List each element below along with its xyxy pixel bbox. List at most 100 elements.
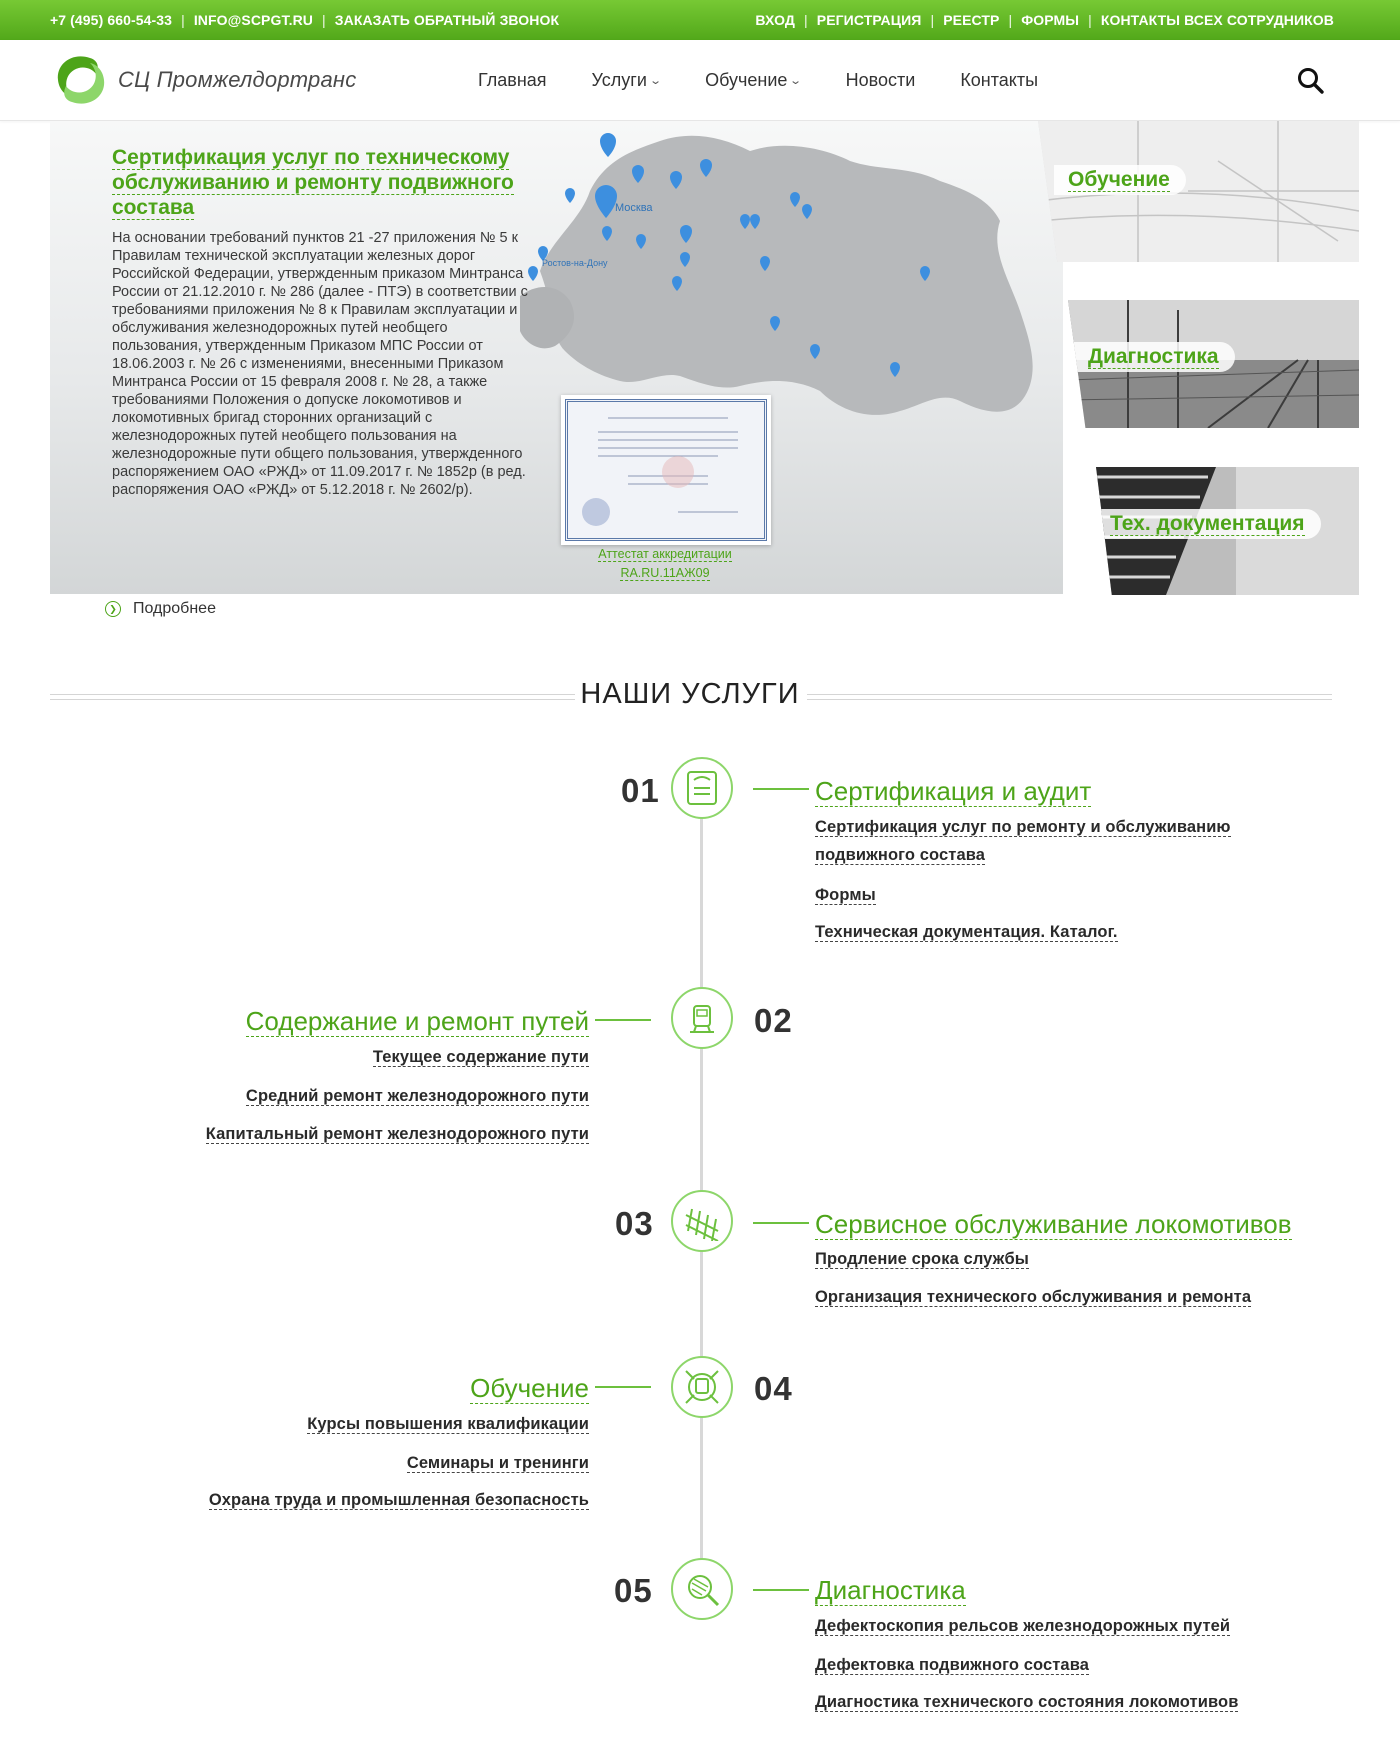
service-link-text: Техническая документация. Каталог. xyxy=(815,923,1118,942)
service-title-text: Содержание и ремонт путей xyxy=(245,1006,589,1037)
service-title-text: Обучение xyxy=(470,1373,589,1404)
site-header: СЦ Промжелдортранс Главная Услуги ⌄ Обуч… xyxy=(0,40,1400,121)
accreditation-certificate[interactable] xyxy=(561,395,771,545)
service-title-training[interactable]: Обучение xyxy=(470,1373,589,1404)
tile-diagnostics-label: Диагностика xyxy=(1074,342,1235,372)
service-link[interactable]: Сертификация услуг по ремонту и обслужив… xyxy=(815,818,1231,837)
connector-line xyxy=(595,1019,651,1021)
service-link-text: Охрана труда и промышленная безопасность xyxy=(208,1491,589,1510)
all-contacts-link[interactable]: КОНТАКТЫ ВСЕХ СОТРУДНИКОВ xyxy=(1101,12,1334,28)
hero-text: На основании требований пунктов 21 -27 п… xyxy=(112,230,528,498)
tile-diagnostics-text: Диагностика xyxy=(1088,345,1219,369)
service-link[interactable]: Организация технического обслуживания и … xyxy=(815,1288,1252,1307)
service-link-text: Капитальный ремонт железнодорожного пути xyxy=(205,1125,589,1144)
section-divider-left xyxy=(50,694,575,700)
service-link-text: Курсы повышения квалификации xyxy=(307,1415,589,1434)
main-nav: Главная Услуги ⌄ Обучение ⌄ Новости Конт… xyxy=(478,40,1083,120)
connector-line xyxy=(753,788,809,790)
hero-title-text: Сертификация услуг по техническому обслу… xyxy=(112,146,514,220)
service-link[interactable]: Текущее содержание пути xyxy=(372,1048,589,1067)
tile-diagnostics[interactable]: Диагностика xyxy=(1068,300,1359,428)
service-link[interactable]: Охрана труда и промышленная безопасность xyxy=(208,1491,589,1510)
service-link-text: Продление срока службы xyxy=(815,1250,1029,1269)
tile-techdoc-text: Тех. документация xyxy=(1110,512,1305,536)
service-number: 03 xyxy=(615,1205,654,1242)
service-link[interactable]: Семинары и тренинги xyxy=(406,1454,589,1473)
service-link-text: Семинары и тренинги xyxy=(406,1454,589,1473)
service-title-text: Сертификация и аудит xyxy=(815,776,1092,807)
service-link[interactable]: подвижного состава xyxy=(815,846,986,865)
search-button[interactable] xyxy=(1296,66,1326,96)
separator: | xyxy=(322,12,326,28)
service-title-text: Сервисное обслуживание локомотивов xyxy=(815,1209,1292,1240)
service-link[interactable]: Средний ремонт железнодорожного пути xyxy=(245,1087,589,1106)
top-bar-right: ВХОД | РЕГИСТРАЦИЯ | РЕЕСТР | ФОРМЫ | КО… xyxy=(755,0,1334,40)
service-link-text: Текущее содержание пути xyxy=(372,1048,589,1067)
chevron-down-icon: ⌄ xyxy=(789,74,803,87)
certificate-caption-line1: Аттестат аккредитации xyxy=(598,547,732,562)
separator: | xyxy=(1008,12,1013,28)
locomotive-icon xyxy=(671,987,733,1049)
service-link-text: Диагностика технического состояния локом… xyxy=(815,1693,1239,1712)
service-title-certification[interactable]: Сертификация и аудит xyxy=(815,776,1092,807)
separator: | xyxy=(181,12,185,28)
top-bar: +7 (495) 660-54-33 | INFO@SCPGT.RU | ЗАК… xyxy=(0,0,1400,40)
login-link[interactable]: ВХОД xyxy=(755,12,795,28)
tile-techdoc-label: Тех. документация xyxy=(1096,509,1321,539)
nav-contacts[interactable]: Контакты xyxy=(960,70,1038,91)
tile-training[interactable]: Обучение xyxy=(1038,121,1359,262)
logo[interactable]: СЦ Промжелдортранс xyxy=(50,50,400,110)
phone-link[interactable]: +7 (495) 660-54-33 xyxy=(50,12,172,28)
service-link-text: Дефектовка подвижного состава xyxy=(815,1656,1090,1675)
service-link-text: Формы xyxy=(815,886,876,905)
tile-techdoc[interactable]: Тех. документация xyxy=(1096,467,1359,595)
service-link[interactable]: Формы xyxy=(815,886,876,905)
forms-link[interactable]: ФОРМЫ xyxy=(1021,12,1079,28)
email-link[interactable]: INFO@SCPGT.RU xyxy=(194,12,313,28)
nav-news[interactable]: Новости xyxy=(846,70,916,91)
certificate-image xyxy=(565,399,767,541)
connector-line xyxy=(595,1386,651,1388)
certificate-icon xyxy=(671,757,733,819)
hero-banner: Москва Ростов-на-Дону Сертификация услуг… xyxy=(50,121,1063,594)
register-link[interactable]: РЕГИСТРАЦИЯ xyxy=(817,12,922,28)
service-title-diagnostics[interactable]: Диагностика xyxy=(815,1575,966,1606)
service-link[interactable]: Дефектовка подвижного состава xyxy=(815,1656,1090,1675)
separator: | xyxy=(804,12,808,28)
registry-link[interactable]: РЕЕСТР xyxy=(943,12,999,28)
service-link[interactable]: Курсы повышения квалификации xyxy=(307,1415,589,1434)
service-number: 02 xyxy=(754,1002,793,1039)
service-number: 05 xyxy=(614,1572,653,1609)
map-label-rostov: Ростов-на-Дону xyxy=(542,258,608,268)
hero-title[interactable]: Сертификация услуг по техническому обслу… xyxy=(112,145,552,220)
section-divider-right xyxy=(807,694,1332,700)
nav-services-label: Услуги xyxy=(591,69,647,90)
callback-link[interactable]: ЗАКАЗАТЬ ОБРАТНЫЙ ЗВОНОК xyxy=(335,12,559,28)
service-link[interactable]: Дефектоскопия рельсов железнодорожных пу… xyxy=(815,1617,1231,1636)
railway-track-icon xyxy=(671,1190,733,1252)
chevron-right-icon: ❯ xyxy=(105,601,121,617)
service-link[interactable]: Продление срока службы xyxy=(815,1250,1029,1269)
connector-line xyxy=(753,1589,809,1591)
service-link-text: Сертификация услуг по ремонту и обслужив… xyxy=(815,818,1231,837)
tile-training-label: Обучение xyxy=(1054,165,1186,195)
service-link[interactable]: Диагностика технического состояния локом… xyxy=(815,1693,1239,1712)
services-title: НАШИ УСЛУГИ xyxy=(580,678,800,710)
service-title-track-maintenance[interactable]: Содержание и ремонт путей xyxy=(245,1006,589,1037)
more-link[interactable]: ❯ Подробнее xyxy=(105,600,216,618)
certificate-caption[interactable]: Аттестат аккредитации RA.RU.11АЖ09 xyxy=(590,545,740,583)
service-link[interactable]: Капитальный ремонт железнодорожного пути xyxy=(205,1125,589,1144)
connector-line xyxy=(753,1222,809,1224)
nav-home[interactable]: Главная xyxy=(478,70,547,91)
service-title-locomotive-service[interactable]: Сервисное обслуживание локомотивов xyxy=(815,1209,1292,1240)
nav-training-label: Обучение xyxy=(705,69,788,90)
nav-services[interactable]: Услуги ⌄ xyxy=(591,69,662,91)
service-title-text: Диагностика xyxy=(815,1575,966,1606)
search-icon xyxy=(1298,68,1324,94)
more-link-label: Подробнее xyxy=(133,600,216,617)
service-link[interactable]: Техническая документация. Каталог. xyxy=(815,923,1118,942)
top-bar-left: +7 (495) 660-54-33 | INFO@SCPGT.RU | ЗАК… xyxy=(50,0,559,40)
separator: | xyxy=(1088,12,1092,28)
service-link-text: Организация технического обслуживания и … xyxy=(815,1288,1252,1307)
nav-training[interactable]: Обучение ⌄ xyxy=(705,69,803,91)
